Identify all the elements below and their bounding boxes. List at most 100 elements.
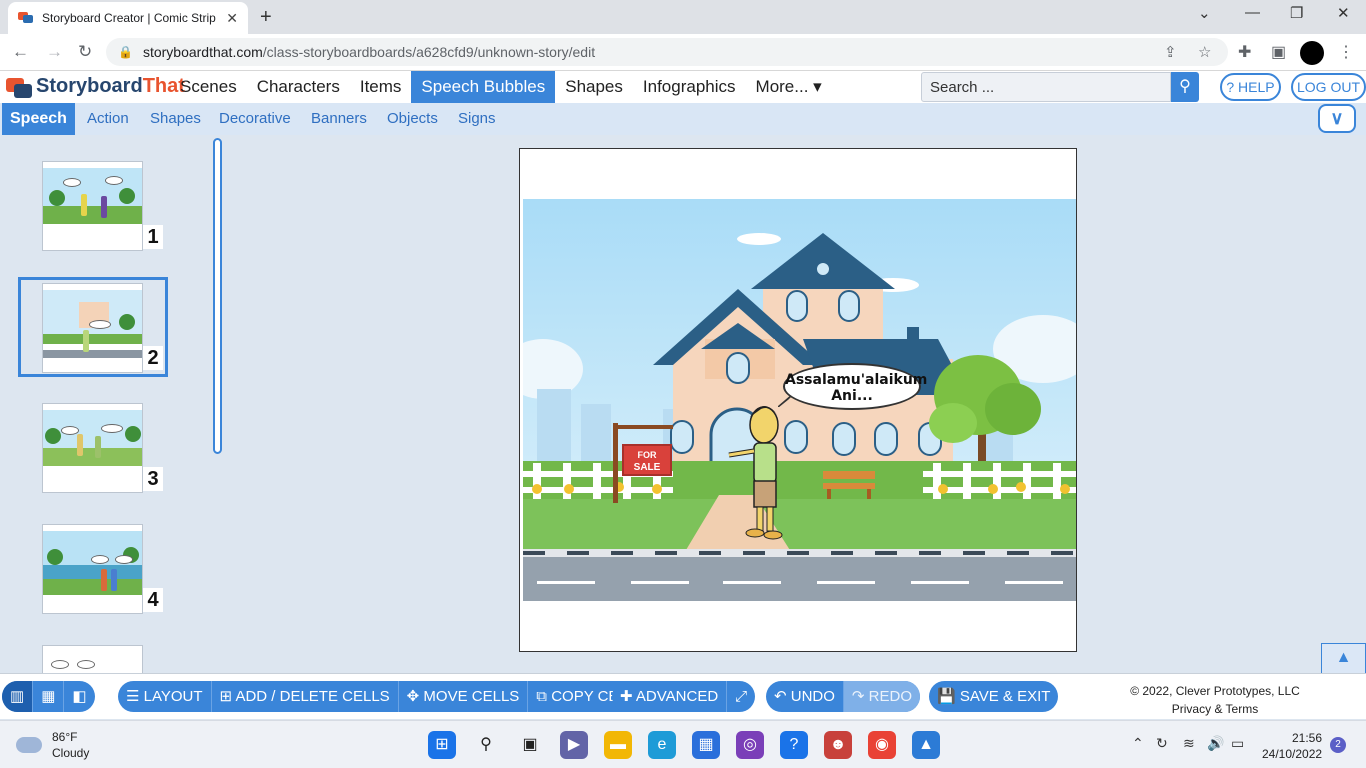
subtab-action[interactable]: Action bbox=[87, 103, 129, 135]
url-field[interactable]: 🔒 storyboardthat.com/class-storyboardboa… bbox=[106, 38, 1228, 66]
arrow-up-icon: ▲ bbox=[1335, 649, 1352, 666]
subtab-banners[interactable]: Banners bbox=[311, 103, 367, 135]
menu-speech-bubbles[interactable]: Speech Bubbles bbox=[411, 71, 556, 103]
url-domain: storyboardthat.com bbox=[142, 44, 263, 60]
undo-button[interactable]: ↶ UNDO bbox=[766, 681, 844, 712]
notification-badge[interactable]: 2 bbox=[1330, 737, 1346, 753]
layout-button[interactable]: ☰ LAYOUT bbox=[118, 681, 212, 712]
subtab-signs[interactable]: Signs bbox=[458, 103, 496, 135]
tab-search-icon[interactable]: ⌄ bbox=[1198, 4, 1211, 22]
close-tab-icon[interactable]: ✕ bbox=[226, 10, 238, 27]
browser-tab[interactable]: Storyboard Creator | Comic Strip ✕ bbox=[8, 2, 248, 34]
file-explorer-icon[interactable]: ▬ bbox=[604, 731, 632, 759]
profile-avatar[interactable] bbox=[1300, 41, 1324, 65]
cell-thumbnail-4[interactable] bbox=[42, 524, 143, 614]
forward-icon[interactable]: → bbox=[46, 42, 63, 62]
split-view-icon[interactable]: ◧ bbox=[64, 681, 94, 712]
search-input[interactable]: Search ... bbox=[921, 72, 1171, 102]
advanced-group: ✚ ADVANCED ⤢ bbox=[612, 681, 756, 712]
task-view-icon[interactable]: ▣ bbox=[516, 731, 544, 759]
logout-button[interactable]: LOG OUT bbox=[1291, 73, 1366, 101]
history-group: ↶ UNDO ↷ REDO bbox=[766, 681, 921, 712]
photos-icon[interactable]: ▲ bbox=[912, 731, 940, 759]
maximize-icon[interactable]: ❐ bbox=[1290, 4, 1303, 22]
storyboardthat-logo[interactable]: Storyboard That bbox=[6, 75, 185, 98]
save-exit-button[interactable]: 💾 SAVE & EXIT bbox=[929, 681, 1058, 712]
redo-button[interactable]: ↷ REDO bbox=[843, 681, 921, 712]
cell-thumbnail-3[interactable] bbox=[42, 403, 143, 493]
menu-items[interactable]: Items bbox=[350, 71, 412, 103]
fullscreen-icon[interactable]: ⤢ bbox=[727, 681, 755, 712]
extensions-icon[interactable]: ✚ bbox=[1238, 42, 1251, 62]
speech-text-line1: Assalamu'alaikum bbox=[785, 372, 928, 388]
privacy-terms-link[interactable]: Privacy & Terms bbox=[1110, 700, 1320, 718]
sync-icon[interactable]: ↻ bbox=[1156, 735, 1168, 752]
collapse-panel-button[interactable]: ∨ bbox=[1318, 104, 1356, 133]
search-icon: ⚲ bbox=[1179, 78, 1191, 95]
menu-more[interactable]: More... ▾ bbox=[746, 71, 832, 103]
menu-infographics[interactable]: Infographics bbox=[633, 71, 746, 103]
subtab-speech[interactable]: Speech bbox=[2, 103, 75, 135]
system-clock[interactable]: 21:56 24/10/2022 bbox=[1262, 730, 1322, 762]
wifi-icon[interactable]: ≋ bbox=[1183, 735, 1195, 752]
tab-title: Storyboard Creator | Comic Strip bbox=[42, 11, 216, 25]
browser-tab-strip: Storyboard Creator | Comic Strip ✕ + ⌄ —… bbox=[0, 0, 1366, 34]
microsoft-store-icon[interactable]: ▦ bbox=[692, 731, 720, 759]
url-path: /class-storyboardboards/a628cfd9/unknown… bbox=[262, 44, 596, 60]
share-icon[interactable]: ⇪ bbox=[1164, 43, 1177, 61]
side-panel-icon[interactable]: ▣ bbox=[1271, 42, 1286, 62]
clock-date: 24/10/2022 bbox=[1262, 747, 1323, 761]
subtab-shapes[interactable]: Shapes bbox=[150, 103, 201, 135]
menu-characters[interactable]: Characters bbox=[247, 71, 350, 103]
move-cells-button[interactable]: ✥ MOVE CELLS bbox=[399, 681, 529, 712]
grid-view-icon[interactable]: ▦ bbox=[33, 681, 65, 712]
speech-subtabs: Speech Action Shapes Decorative Banners … bbox=[0, 103, 1366, 135]
single-cell-view-icon[interactable]: ▥ bbox=[2, 681, 34, 712]
close-window-icon[interactable]: ✕ bbox=[1337, 4, 1350, 22]
app-icon[interactable]: ◎ bbox=[736, 731, 764, 759]
search-button[interactable]: ⚲ bbox=[1171, 72, 1199, 102]
lock-icon: 🔒 bbox=[118, 45, 133, 59]
for-sale-sign-line2: SALE bbox=[634, 462, 661, 473]
teams-chat-icon[interactable]: ▶ bbox=[560, 731, 588, 759]
weather-widget[interactable]: 86°F Cloudy bbox=[16, 729, 89, 761]
menu-scenes[interactable]: Scenes bbox=[170, 71, 247, 103]
cell-number: 1 bbox=[143, 225, 163, 249]
search-icon[interactable]: ⚲ bbox=[472, 731, 500, 759]
windows-start-icon[interactable]: ⊞ bbox=[428, 731, 456, 759]
temperature: 86°F bbox=[52, 730, 78, 744]
app-top-nav: Storyboard That Scenes Characters Items S… bbox=[0, 71, 1366, 103]
volume-icon[interactable]: 🔊 bbox=[1207, 735, 1224, 752]
battery-icon[interactable]: ▭ bbox=[1231, 735, 1244, 752]
subtab-objects[interactable]: Objects bbox=[387, 103, 438, 135]
view-mode-group: ▥ ▦ ◧ bbox=[2, 681, 95, 712]
help-app-icon[interactable]: ? bbox=[780, 731, 808, 759]
chrome-icon[interactable]: ◉ bbox=[868, 731, 896, 759]
menu-shapes[interactable]: Shapes bbox=[555, 71, 633, 103]
footer-copyright: © 2022, Clever Prototypes, LLC Privacy &… bbox=[1110, 682, 1320, 718]
game-app-icon[interactable]: ☻ bbox=[824, 731, 852, 759]
advanced-button[interactable]: ✚ ADVANCED bbox=[612, 681, 728, 712]
help-button[interactable]: ? HELP bbox=[1220, 73, 1281, 101]
scroll-to-top-button[interactable]: ▲ bbox=[1321, 643, 1366, 673]
speech-text-line2: Ani... bbox=[831, 388, 873, 404]
add-delete-cells-button[interactable]: ⊞ ADD / DELETE CELLS bbox=[212, 681, 399, 712]
subtab-decorative[interactable]: Decorative bbox=[219, 103, 291, 135]
windows-taskbar: 86°F Cloudy ⊞ ⚲ ▣ ▶ ▬ e ▦ ◎ ? ☻ ◉ ▲ ⌃ ↻ … bbox=[0, 720, 1366, 768]
browser-menu-icon[interactable]: ⋮ bbox=[1338, 42, 1354, 62]
edge-browser-icon[interactable]: e bbox=[648, 731, 676, 759]
reload-icon[interactable]: ↻ bbox=[78, 42, 92, 62]
cell-thumbnail-1[interactable] bbox=[42, 161, 143, 251]
show-hidden-icons-icon[interactable]: ⌃ bbox=[1132, 735, 1144, 752]
sidebar-scrollbar[interactable] bbox=[213, 138, 222, 454]
minimize-icon[interactable]: — bbox=[1245, 4, 1260, 21]
cell-thumbnail-2[interactable] bbox=[42, 283, 143, 373]
bookmark-star-icon[interactable]: ☆ bbox=[1198, 43, 1211, 61]
cell-thumbnail-5[interactable] bbox=[42, 645, 143, 673]
chevron-down-icon: ∨ bbox=[1330, 108, 1344, 128]
new-tab-icon[interactable]: + bbox=[260, 6, 272, 29]
bottom-toolbar: ▥ ▦ ◧ ☰ LAYOUT ⊞ ADD / DELETE CELLS ✥ MO… bbox=[0, 673, 1366, 719]
speech-bubble[interactable]: Assalamu'alaikum Ani... bbox=[783, 363, 927, 410]
back-icon[interactable]: ← bbox=[12, 42, 29, 62]
save-group: 💾 SAVE & EXIT bbox=[929, 681, 1059, 712]
